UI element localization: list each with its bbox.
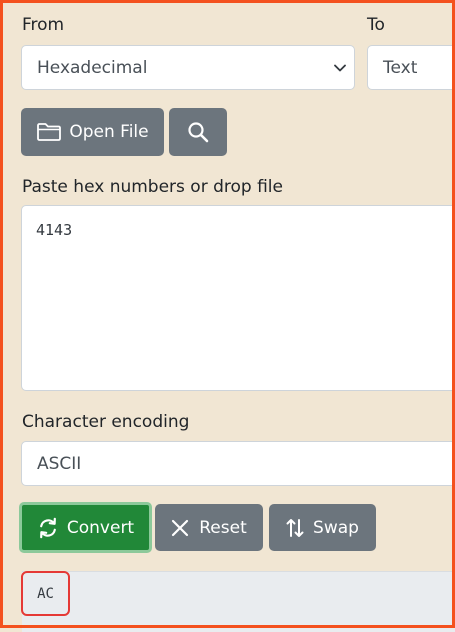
reset-button[interactable]: Reset bbox=[155, 504, 263, 551]
output-panel bbox=[22, 571, 455, 632]
hex-input-value: 4143 bbox=[36, 221, 73, 239]
refresh-icon bbox=[39, 517, 56, 538]
convert-button[interactable]: Convert bbox=[19, 502, 152, 553]
to-select[interactable]: Text bbox=[367, 45, 455, 90]
output-text[interactable]: AC bbox=[21, 571, 70, 616]
to-label: To bbox=[367, 15, 385, 35]
hex-input-textarea[interactable]: 4143 bbox=[21, 205, 455, 391]
from-select[interactable]: Hexadecimal bbox=[21, 45, 355, 90]
open-file-button[interactable]: Open File bbox=[21, 108, 164, 156]
swap-button[interactable]: Swap bbox=[269, 504, 376, 551]
encoding-select[interactable]: ASCII bbox=[21, 441, 455, 486]
encoding-select-value: ASCII bbox=[37, 453, 82, 474]
convert-label: Convert bbox=[66, 517, 135, 538]
reset-label: Reset bbox=[199, 517, 247, 538]
close-icon bbox=[172, 519, 189, 536]
swap-arrows-icon bbox=[286, 518, 304, 537]
folder-icon bbox=[37, 123, 62, 141]
chevron-down-icon bbox=[334, 64, 346, 71]
search-icon bbox=[188, 122, 209, 143]
swap-label: Swap bbox=[313, 517, 359, 538]
from-label: From bbox=[22, 15, 65, 35]
output-value: AC bbox=[37, 585, 54, 602]
from-select-value: Hexadecimal bbox=[37, 57, 148, 78]
encoding-label: Character encoding bbox=[22, 412, 190, 432]
input-label: Paste hex numbers or drop file bbox=[22, 177, 283, 197]
open-file-label: Open File bbox=[69, 122, 149, 142]
to-select-value: Text bbox=[383, 57, 418, 78]
search-button[interactable] bbox=[169, 108, 227, 156]
